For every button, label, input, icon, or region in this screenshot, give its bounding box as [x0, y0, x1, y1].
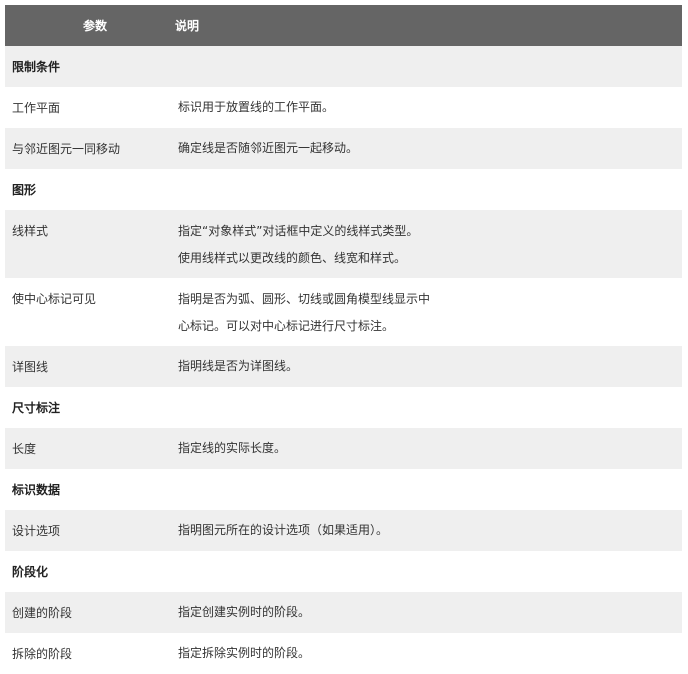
param-cell: 使中心标记可见	[12, 292, 97, 306]
section-label: 尺寸标注	[12, 401, 61, 415]
section-row: 标识数据	[5, 469, 682, 510]
param-cell: 设计选项	[12, 524, 61, 538]
desc-line: 使用线样式以更改线的颜色、线宽和样式。	[178, 251, 407, 265]
table-row: 长度 指定线的实际长度。	[5, 428, 682, 469]
desc-cell: 指定拆除实例时的阶段。	[178, 646, 311, 660]
param-cell: 工作平面	[12, 101, 61, 115]
section-label: 阶段化	[12, 565, 49, 579]
section-label: 限制条件	[12, 60, 61, 74]
desc-cell: 指定线的实际长度。	[178, 441, 287, 455]
table-row: 详图线 指明线是否为详图线。	[5, 346, 682, 387]
desc-line: 指明是否为弧、圆形、切线或圆角模型线显示中	[178, 292, 431, 306]
table-header: 参数 说明	[5, 5, 682, 46]
desc-cell: 指定创建实例时的阶段。	[178, 605, 311, 619]
desc-cell: 标识用于放置线的工作平面。	[178, 100, 335, 114]
properties-table: 参数 说明 限制条件 工作平面 标识用于放置线的工作平面。 与邻近图元一同移动 …	[5, 5, 682, 674]
section-label: 图形	[12, 183, 37, 197]
table-row: 设计选项 指明图元所在的设计选项（如果适用）。	[5, 510, 682, 551]
table-row: 工作平面 标识用于放置线的工作平面。	[5, 87, 682, 128]
header-param: 参数	[82, 19, 107, 33]
table-row: 与邻近图元一同移动 确定线是否随邻近图元一起移动。	[5, 128, 682, 169]
section-row: 阶段化	[5, 551, 682, 592]
section-row: 图形	[5, 169, 682, 210]
param-cell: 详图线	[12, 360, 49, 374]
section-label: 标识数据	[12, 483, 61, 497]
param-cell: 创建的阶段	[12, 606, 73, 620]
table-row: 使中心标记可见 指明是否为弧、圆形、切线或圆角模型线显示中 心标记。可以对中心标…	[5, 278, 682, 346]
desc-cell: 指明图元所在的设计选项（如果适用）。	[178, 523, 389, 537]
param-cell: 长度	[12, 442, 37, 456]
param-cell: 与邻近图元一同移动	[12, 142, 121, 156]
desc-cell: 指定“对象样式”对话框中定义的线样式类型。 使用线样式以更改线的颜色、线宽和样式…	[178, 218, 682, 272]
desc-line: 心标记。可以对中心标记进行尺寸标注。	[178, 319, 395, 333]
header-desc: 说明	[175, 19, 200, 33]
section-row: 尺寸标注	[5, 387, 682, 428]
param-cell: 线样式	[12, 224, 49, 238]
desc-cell: 指明是否为弧、圆形、切线或圆角模型线显示中 心标记。可以对中心标记进行尺寸标注。	[178, 286, 682, 340]
desc-cell: 指明线是否为详图线。	[178, 359, 299, 373]
desc-cell: 确定线是否随邻近图元一起移动。	[178, 141, 359, 155]
table-row: 创建的阶段 指定创建实例时的阶段。	[5, 592, 682, 633]
table-row: 线样式 指定“对象样式”对话框中定义的线样式类型。 使用线样式以更改线的颜色、线…	[5, 210, 682, 278]
section-row: 限制条件	[5, 46, 682, 87]
desc-line: 指定“对象样式”对话框中定义的线样式类型。	[178, 224, 419, 238]
param-cell: 拆除的阶段	[12, 647, 73, 661]
